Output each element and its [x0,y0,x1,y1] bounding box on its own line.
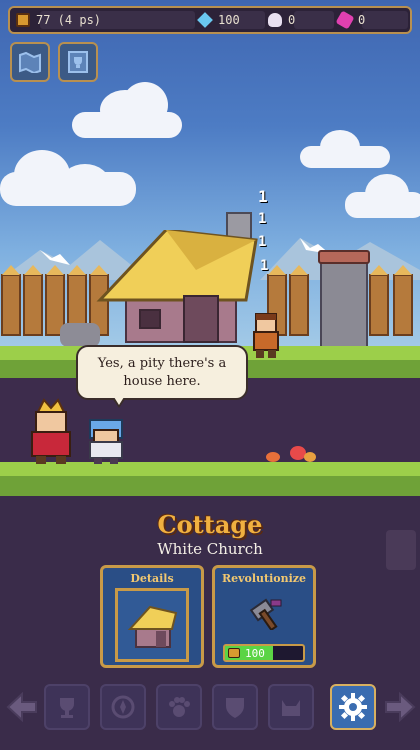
revolutionize-title: Revolutionize [221,572,307,585]
cottage-thumbnail [127,605,178,648]
nav-compass-button[interactable] [100,684,146,730]
arrow-right-icon[interactable] [384,692,416,722]
speech-bubble-tail-fill [114,397,124,405]
gem-resource[interactable]: 100 [192,8,262,32]
trophy-icon [68,51,88,73]
grass-lower-shadow [0,476,420,496]
crystal-resource[interactable]: 0 [332,8,406,32]
skull-resource[interactable]: 0 [262,8,332,32]
compass-icon [111,695,135,719]
building-name: Cottage [157,510,263,539]
well-top [318,250,370,264]
pink-crystal-icon [335,10,355,30]
bottom-navigation [0,684,420,730]
gold-amount: 77 (4 ps) [36,13,102,27]
revolutionize-cost-bar: 100 [223,644,305,662]
shield-icon [226,698,244,718]
damage-number: 1 [260,258,269,274]
damage-number: 1 [258,187,268,206]
paw-icon [169,697,190,717]
skull-icon [268,13,282,27]
villager[interactable] [246,312,286,360]
damage-number: 1 [258,211,267,227]
game-screen: 1 1 1 1 Yes, a pity there's a house here… [0,0,420,750]
flower [266,452,280,462]
revolutionize-cost: 100 [245,647,265,660]
arrow-left-icon[interactable] [6,692,38,722]
nav-cat-button[interactable] [268,684,314,730]
cottage-building [96,230,258,343]
gear-icon [339,693,367,721]
damage-number: 1 [258,234,267,250]
speech-bubble: Yes, a pity there's a house here. [76,345,248,400]
coin-icon [228,648,240,658]
stone-well [320,256,368,352]
gem-amount: 100 [218,13,240,27]
gold-resource[interactable]: 77 (4 ps) [10,8,192,32]
skull-amount: 0 [288,13,296,27]
building-subtitle: White Church [157,540,263,558]
map-button[interactable] [10,42,50,82]
crystal-amount: 0 [358,13,366,27]
nav-settings-button[interactable] [330,684,376,730]
map-icon [19,51,41,73]
diamond-icon [197,12,213,28]
flower [304,452,316,462]
hammer-upgrade-icon [249,598,282,630]
resource-bar: 77 (4 ps) 100 0 0 [8,6,412,34]
speech-line-2: house here. [123,374,201,389]
knight-character[interactable] [84,418,128,466]
trophy-book-button[interactable] [58,42,98,82]
trophy-icon [60,698,74,718]
king-character[interactable] [28,398,74,466]
rock [60,323,100,347]
nav-paw-button[interactable] [156,684,202,730]
details-title: Details [130,572,174,585]
speech-line-1: Yes, a pity there's a [97,356,227,371]
details-card[interactable]: Details [100,565,204,668]
nav-trophy-button[interactable] [44,684,90,730]
revolutionize-card[interactable]: Revolutionize 100 [212,565,316,668]
gold-chest-icon [16,13,30,27]
cat-icon [282,700,300,716]
details-preview [115,588,189,662]
nav-shield-button[interactable] [212,684,258,730]
